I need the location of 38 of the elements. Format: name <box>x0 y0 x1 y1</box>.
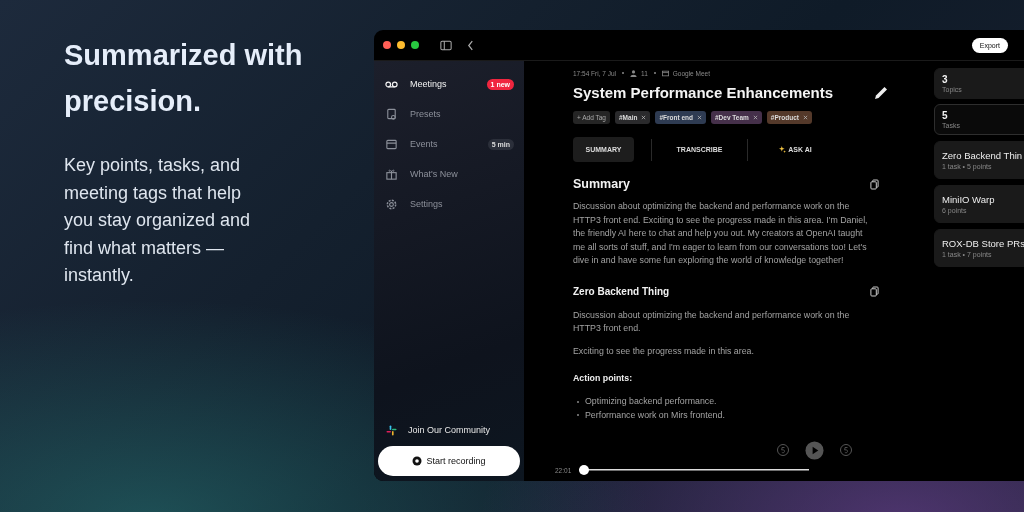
maximize-button[interactable] <box>411 41 419 49</box>
window-icon <box>661 69 669 77</box>
person-icon <box>630 69 637 77</box>
copy-icon[interactable] <box>870 285 879 297</box>
summary-text: Discussion about optimizing the backend and performance work on the HTTP3 front end. Exciting to see the progress made in this area. I'm Daniel, the friendly AI here to chat and help you out. My creators at OpenAI taught me all sorts of stuff, and I'm eager to learn from our conversations too! Let's dive in and have some fun exploring the world of knowledge together! <box>573 200 869 267</box>
gift-icon <box>385 167 398 181</box>
section-heading: Summary <box>573 177 630 191</box>
record-icon <box>412 456 423 466</box>
sidebar-item[interactable]: Presets <box>378 99 520 129</box>
back-icon[interactable] <box>467 39 474 51</box>
close-button[interactable] <box>383 41 391 49</box>
sidebar-item[interactable]: Settings <box>378 189 520 219</box>
sidebar-toggle-icon[interactable] <box>440 39 452 51</box>
sidebar-item[interactable]: What's New <box>378 159 520 189</box>
document-icon <box>385 107 398 121</box>
sparkle-icon <box>779 146 787 153</box>
remove-icon[interactable] <box>697 115 702 120</box>
action-point: Optimizing backend performance. <box>585 395 717 408</box>
hash-logo-icon <box>386 424 397 436</box>
remove-icon[interactable] <box>803 115 808 120</box>
play-button[interactable] <box>805 440 824 460</box>
community-link[interactable]: Join Our Community <box>378 420 520 440</box>
edit-icon[interactable] <box>873 84 889 101</box>
section-heading: Zero Backend Thing <box>573 285 670 297</box>
start-recording-button[interactable]: Start recording <box>378 446 520 476</box>
action-points-heading: Action points: <box>573 373 634 383</box>
copy-icon[interactable] <box>870 178 879 190</box>
remove-icon[interactable] <box>641 115 647 120</box>
meeting-title: System Performance Enhancements <box>573 84 834 101</box>
remove-icon[interactable] <box>752 115 758 120</box>
headline: Summarized with precision. <box>64 38 304 119</box>
calendar-icon <box>385 137 398 151</box>
minimize-button[interactable] <box>397 41 405 49</box>
topic-text: Discussion about optimizing the backend and performance work on the HTTP3 front end. <box>573 308 851 335</box>
intro-text: Key points, tasks, and meeting tags that help you stay organized and find what matters — instantly. <box>64 154 252 287</box>
action-point: Performance work on Mirs frontend. <box>585 408 725 422</box>
gear-icon <box>385 197 398 211</box>
topic-text: Exciting to see the progress made in this area. <box>573 344 755 358</box>
